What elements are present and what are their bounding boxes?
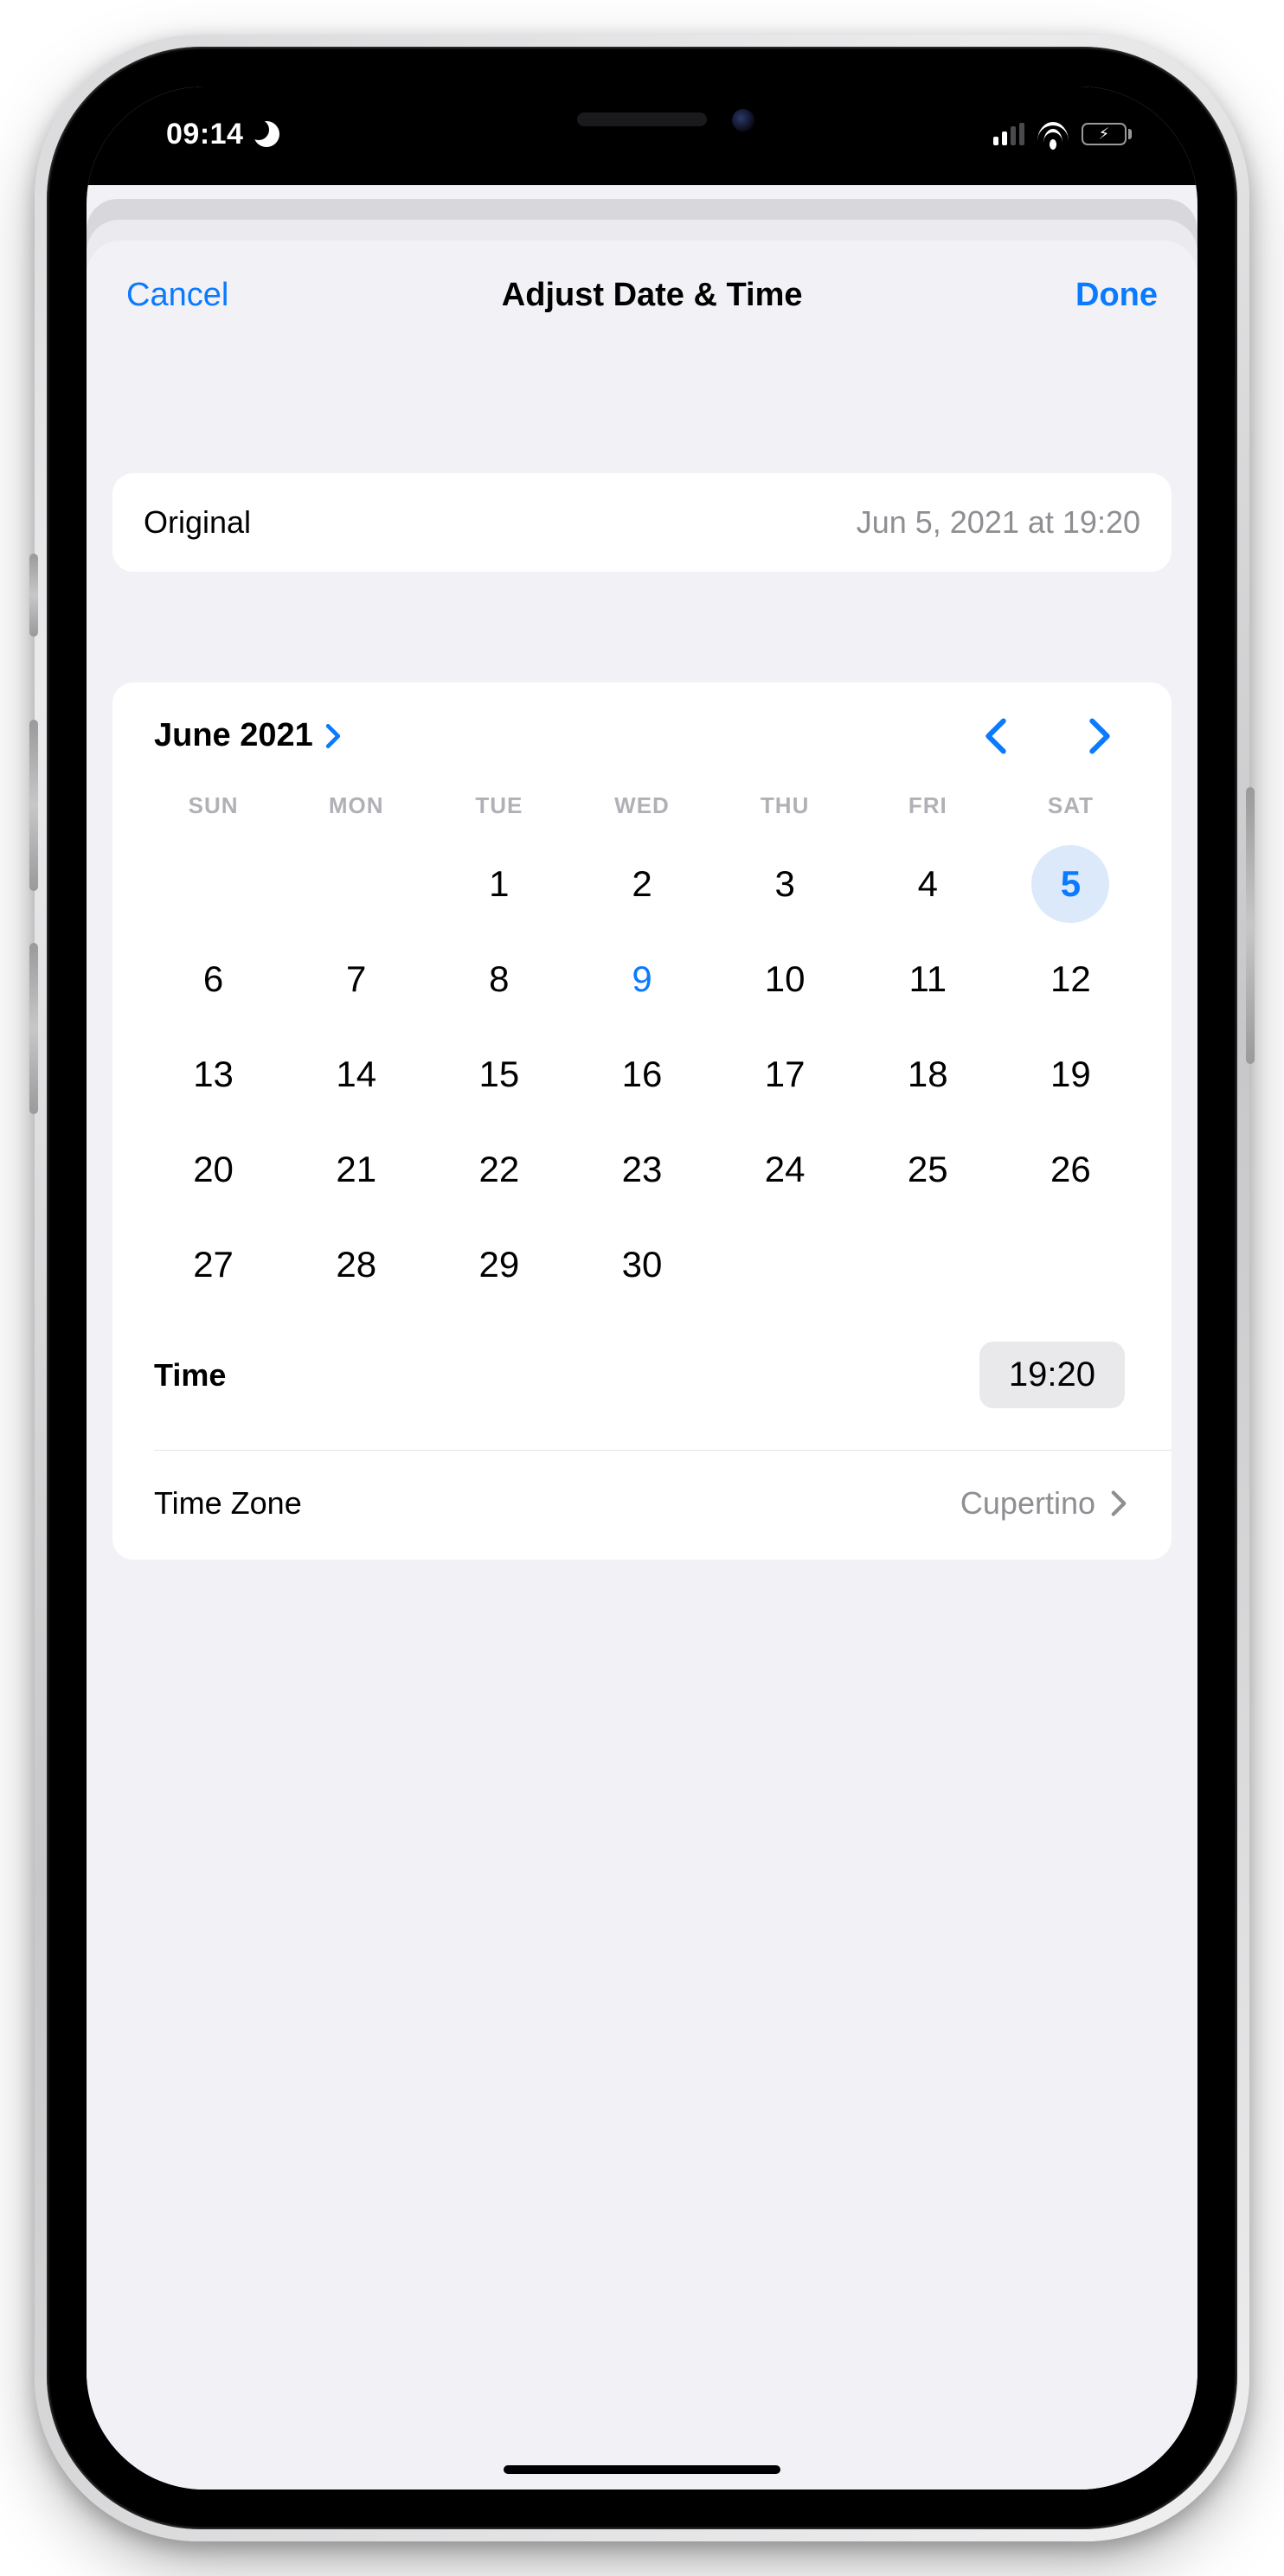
next-month-button[interactable] [1088,718,1111,754]
battery-icon: ⚡︎ [1082,123,1132,145]
calendar-day[interactable]: 23 [622,1122,663,1217]
weekday-header: MON [285,779,427,836]
calendar-day[interactable]: 4 [918,836,938,932]
calendar-day[interactable]: 1 [489,836,509,932]
volume-down-button[interactable] [29,943,38,1114]
datetime-card: June 2021 [112,682,1172,1560]
original-value: Jun 5, 2021 at 19:20 [857,504,1140,541]
original-card: Original Jun 5, 2021 at 19:20 [112,473,1172,572]
calendar-day[interactable]: 15 [478,1027,519,1122]
calendar-day[interactable]: 17 [765,1027,806,1122]
time-label: Time [154,1357,226,1394]
calendar-day[interactable]: 22 [478,1122,519,1217]
calendar-day[interactable]: 2 [632,836,652,932]
calendar-day[interactable]: 19 [1050,1027,1091,1122]
page-title: Adjust Date & Time [502,277,803,314]
volume-up-button[interactable] [29,720,38,891]
month-label: June 2021 [154,717,313,754]
time-value-button[interactable]: 19:20 [979,1342,1125,1408]
calendar-day[interactable]: 26 [1050,1122,1091,1217]
mute-switch[interactable] [29,554,38,637]
calendar-day[interactable]: 10 [765,932,806,1027]
calendar-day[interactable]: 29 [478,1217,519,1312]
calendar-day[interactable]: 3 [774,836,794,932]
wifi-icon [1037,122,1069,146]
calendar-day[interactable]: 6 [203,932,223,1027]
calendar-day-selected[interactable]: 5 [1031,845,1109,923]
weekday-header: SAT [999,779,1142,836]
device-frame: 09:14 ⚡︎ Cancel [35,35,1249,2541]
home-indicator[interactable] [504,2465,780,2474]
calendar-day[interactable]: 21 [336,1122,376,1217]
month-picker[interactable]: June 2021 [154,717,341,754]
calendar-day[interactable]: 16 [622,1027,663,1122]
calendar-day[interactable]: 30 [622,1217,663,1312]
calendar-day[interactable]: 28 [336,1217,376,1312]
calendar-day[interactable]: 20 [193,1122,234,1217]
calendar-day[interactable]: 11 [908,932,947,1027]
chevron-right-icon [1111,1490,1127,1516]
original-label: Original [144,504,251,541]
weekday-header: WED [570,779,713,836]
device-notch [417,87,867,154]
power-button[interactable] [1246,787,1255,1064]
calendar-day[interactable]: 27 [193,1217,234,1312]
chevron-right-icon [325,724,341,748]
nav-bar: Cancel Adjust Date & Time Done [87,240,1197,343]
status-time: 09:14 [166,118,243,151]
cellular-signal-icon [993,123,1024,145]
calendar-day[interactable]: 12 [1050,932,1091,1027]
calendar-grid: SUNMONTUEWEDTHUFRISAT..12345678910111213… [142,779,1142,1312]
calendar-day[interactable]: 9 [632,932,652,1027]
do-not-disturb-icon [254,121,279,147]
cancel-button[interactable]: Cancel [126,277,228,314]
weekday-header: FRI [857,779,999,836]
weekday-header: SUN [142,779,285,836]
calendar-day[interactable]: 8 [489,932,509,1027]
timezone-row[interactable]: Time Zone Cupertino [142,1451,1142,1560]
calendar-day[interactable]: 18 [908,1027,948,1122]
modal-sheet: Cancel Adjust Date & Time Done Original … [87,240,1197,2489]
timezone-label: Time Zone [154,1485,302,1522]
calendar-day[interactable]: 24 [765,1122,806,1217]
timezone-value: Cupertino [960,1485,1095,1522]
calendar-day[interactable]: 14 [336,1027,376,1122]
calendar-day[interactable]: 13 [193,1027,234,1122]
calendar-day[interactable]: 7 [346,932,366,1027]
weekday-header: THU [714,779,857,836]
calendar-day[interactable]: 25 [908,1122,948,1217]
weekday-header: TUE [427,779,570,836]
prev-month-button[interactable] [985,718,1007,754]
done-button[interactable]: Done [1075,277,1158,314]
